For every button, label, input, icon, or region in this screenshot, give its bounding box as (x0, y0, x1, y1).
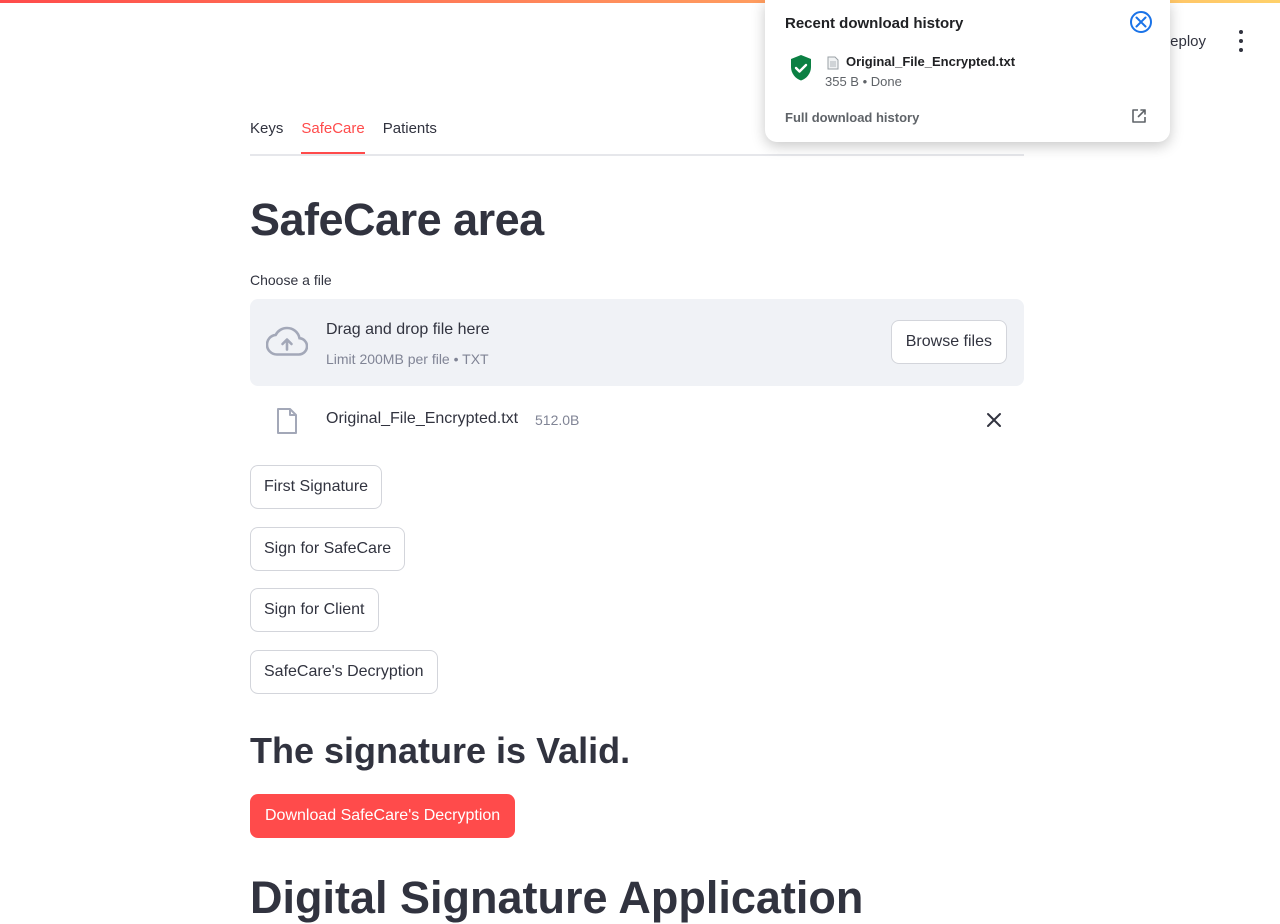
open-external-icon[interactable] (1131, 108, 1147, 124)
tab-patients[interactable]: Patients (383, 112, 437, 152)
main-menu-icon[interactable] (1232, 30, 1250, 52)
deploy-button[interactable]: eploy (1170, 33, 1206, 50)
browse-files-button[interactable]: Browse files (890, 320, 1007, 364)
shield-check-icon (791, 55, 811, 81)
file-icon (277, 408, 297, 434)
text-document-icon (827, 56, 839, 70)
download-popup-title: Recent download history (785, 15, 964, 32)
download-item[interactable]: Original_File_Encrypted.txt 355 B • Done (785, 50, 1150, 92)
cloud-upload-icon (266, 326, 308, 356)
tab-keys[interactable]: Keys (250, 112, 283, 152)
first-signature-button[interactable]: First Signature (250, 465, 383, 509)
signature-valid-message: The signature is Valid. (250, 730, 631, 771)
file-uploader-label: Choose a file (250, 272, 332, 288)
page-title: SafeCare area (250, 194, 544, 245)
uploaded-file-row: Original_File_Encrypted.txt 512.0B (250, 400, 1024, 440)
section-heading-digital-signature: Digital Signature Application (250, 872, 864, 923)
tab-safecare[interactable]: SafeCare (301, 112, 365, 154)
download-item-status: 355 B • Done (825, 74, 902, 89)
download-decryption-button[interactable]: Download SafeCare's Decryption (250, 794, 516, 838)
dropzone-instructions: Drag and drop file here (326, 321, 490, 338)
remove-file-icon[interactable] (984, 410, 1004, 430)
uploaded-file-size: 512.0B (535, 412, 580, 428)
uploaded-file-name: Original_File_Encrypted.txt (326, 410, 519, 427)
full-download-history-link[interactable]: Full download history (785, 110, 919, 125)
sign-for-client-button[interactable]: Sign for Client (250, 588, 379, 632)
download-history-popup: Recent download history Original_File_En… (765, 0, 1170, 142)
file-dropzone[interactable]: Drag and drop file here Limit 200MB per … (250, 299, 1024, 386)
sign-for-safecare-button[interactable]: Sign for SafeCare (250, 527, 406, 571)
close-circle-icon[interactable] (1129, 10, 1153, 34)
safecare-decryption-button[interactable]: SafeCare's Decryption (250, 650, 438, 694)
app-header-actions: eploy (1170, 30, 1250, 52)
download-item-filename: Original_File_Encrypted.txt (846, 54, 1016, 69)
dropzone-limit: Limit 200MB per file • TXT (326, 351, 489, 367)
